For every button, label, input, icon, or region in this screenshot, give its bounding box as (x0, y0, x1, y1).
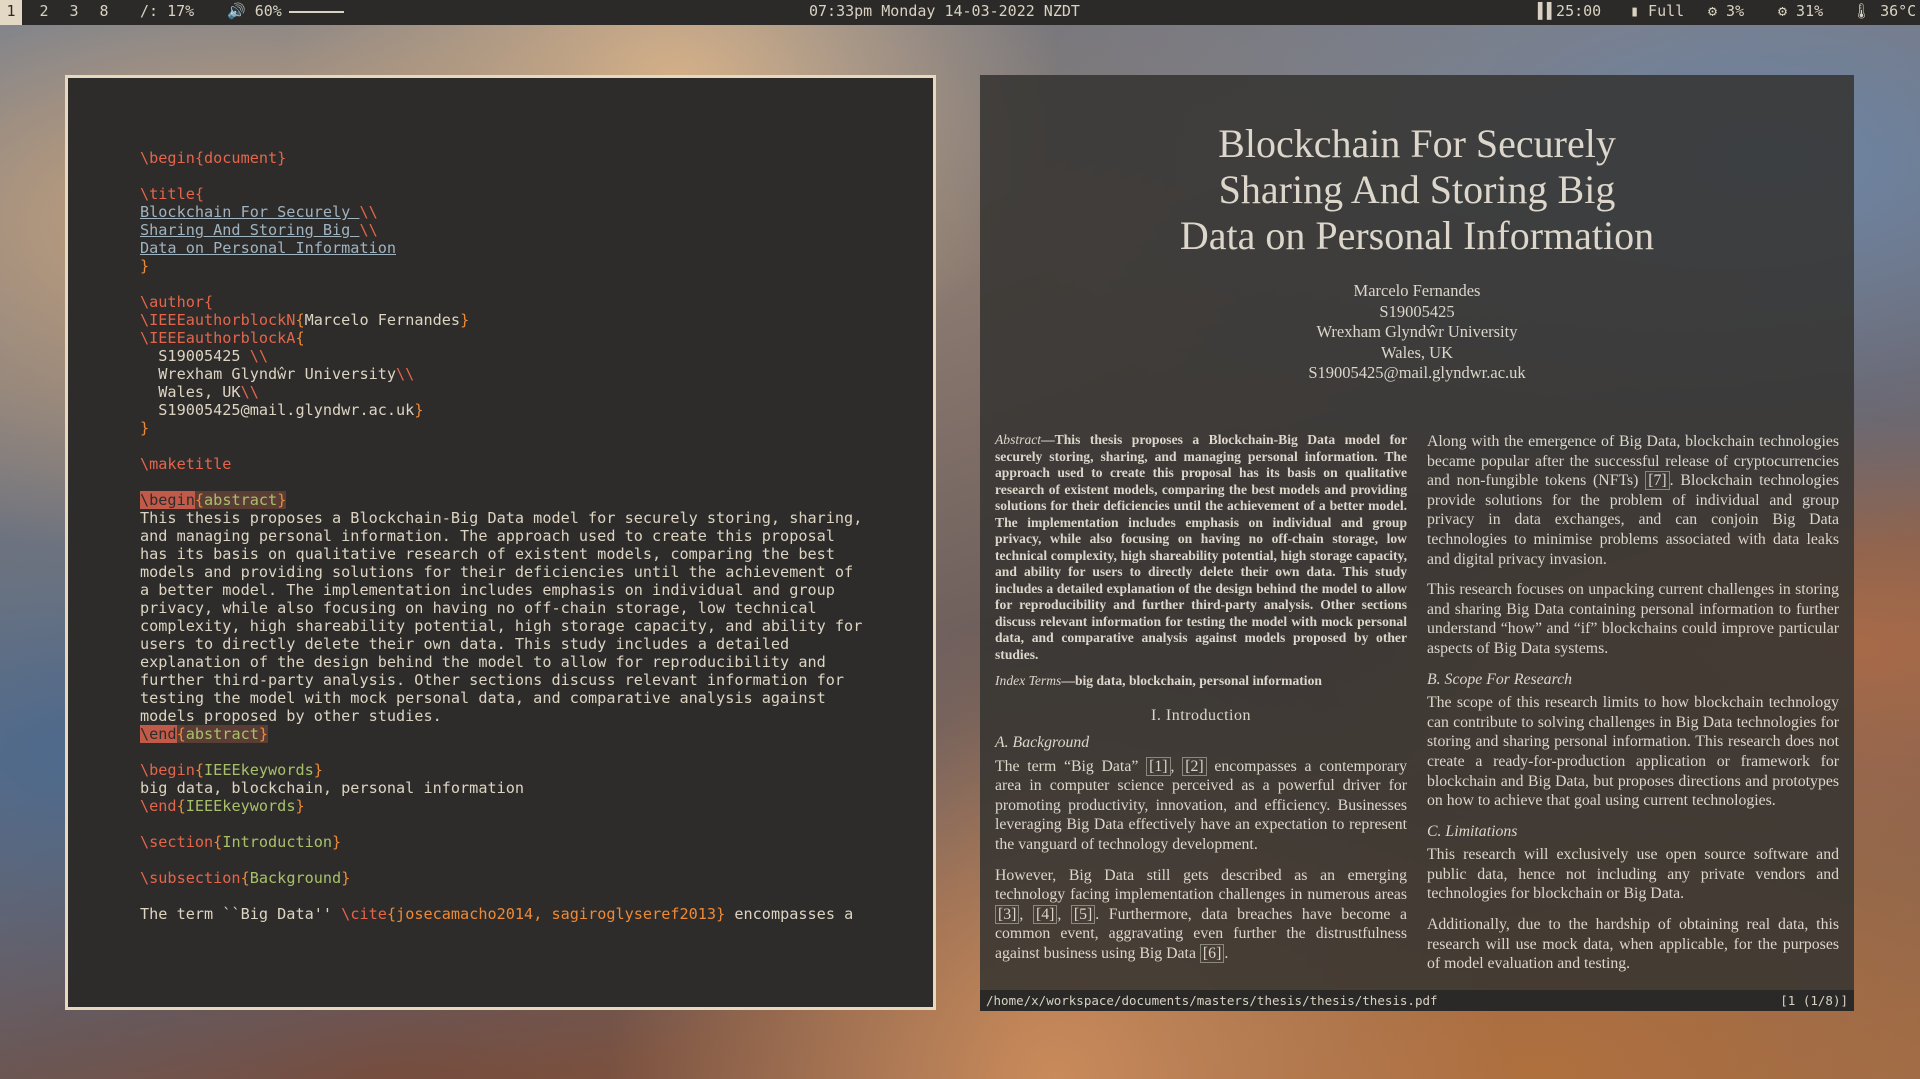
page-indicator: [1 (1/8)] (1780, 993, 1848, 1008)
abstract-line: models and providing solutions for their… (140, 563, 854, 581)
paragraph: This research focuses on unpacking curre… (1427, 581, 1839, 657)
abstract-line: This thesis proposes a Blockchain-Big Da… (140, 509, 863, 527)
author-line: S19005425 (140, 347, 250, 365)
disk-usage: /: 17% (140, 2, 195, 20)
begin-document: \begin{document} (140, 149, 287, 167)
pdf-page[interactable]: Blockchain For Securely Sharing And Stor… (980, 75, 1854, 990)
abstract-line: and managing personal information. The a… (140, 527, 835, 545)
section-name: Introduction (222, 833, 333, 851)
subsection-heading: A. Background (995, 734, 1090, 752)
paragraph: Additionally, due to the hardship of obt… (1427, 916, 1839, 973)
keywords-line: big data, blockchain, personal informati… (140, 779, 525, 797)
author-name: Marcelo Fernandes (1353, 281, 1481, 300)
text-line: The term ``Big Data'' (140, 905, 342, 923)
author-email: S19005425@mail.glyndwr.ac.uk (1308, 363, 1526, 382)
author-line: Wrexham Glyndŵr University (140, 365, 397, 383)
code-view[interactable]: \begin{document} \title{ Blockchain For … (140, 149, 862, 923)
right-column: Along with the emergence of Big Data, bl… (1427, 432, 1839, 985)
pomodoro-timer: ▌▌25:00 (1538, 2, 1602, 20)
abstract-line: privacy, while also focusing on having n… (140, 599, 817, 617)
temperature-indicator: 🌡 36°C (1852, 2, 1917, 20)
workspace-3[interactable]: 3 (63, 0, 85, 25)
cpu-indicator: ⚙ 3% (1708, 2, 1745, 20)
paragraph: Along with the emergence of Big Data, bl… (1427, 433, 1839, 568)
abstract-line: complexity, high shareability potential,… (140, 617, 863, 635)
author-cmd: \author{ (140, 293, 214, 311)
abstract-line: a better model. The implementation inclu… (140, 581, 835, 599)
maketitle-cmd: \maketitle (140, 455, 232, 473)
citation-link[interactable]: [4] (1032, 904, 1058, 924)
title-line: Sharing And Storing Big (140, 221, 360, 239)
title-line: Sharing And Storing Big (1218, 167, 1616, 212)
memory-indicator: ⚙ 31% (1778, 2, 1824, 20)
author-line: Wales, UK (140, 383, 241, 401)
subsection-heading: B. Scope For Research (1427, 670, 1573, 688)
workspace-1[interactable]: 1 (0, 0, 22, 25)
citation-link[interactable]: [7] (1645, 471, 1670, 491)
citation-link[interactable]: [3] (995, 904, 1020, 924)
author-affiliation: Wrexham Glyndŵr University (1316, 322, 1518, 341)
battery-indicator: ▮ Full (1630, 2, 1685, 20)
abstract-line: explanation of the design behind the mod… (140, 653, 826, 671)
file-path: /home/x/workspace/documents/masters/thes… (986, 993, 1438, 1008)
paragraph: The term “Big Data” [1], [2] encompasses… (995, 756, 1407, 854)
abstract-line: users to directly delete their own data.… (140, 635, 790, 653)
abstract-line: further third-party analysis. Other sect… (140, 671, 845, 689)
paper-title: Blockchain For Securely Sharing And Stor… (980, 121, 1854, 259)
paper-author-block: Marcelo Fernandes S19005425 Wrexham Glyn… (980, 281, 1854, 384)
abstract-line: has its basis on qualitative research of… (140, 545, 835, 563)
status-bar: 1 2 3 8 /: 17% 🔊 60% 07:33pm Monday 14-0… (0, 0, 1920, 25)
pdf-statusbar: /home/x/workspace/documents/masters/thes… (980, 990, 1854, 1011)
volume-bar[interactable] (289, 11, 344, 13)
citation-link[interactable]: [5] (1070, 904, 1096, 924)
author-line: S19005425@mail.glyndwr.ac.uk (140, 401, 415, 419)
title-line: Data on Personal Information (140, 239, 397, 257)
author-name: Marcelo Fernandes (304, 311, 461, 329)
title-line: Blockchain For Securely (1218, 121, 1616, 166)
subsection-name: Background (249, 869, 342, 887)
index-terms: Index Terms—big data, blockchain, person… (995, 673, 1322, 688)
paragraph: This research will exclusively use open … (1427, 846, 1839, 903)
workspace-8[interactable]: 8 (93, 0, 115, 25)
subsection-heading: C. Limitations (1427, 822, 1518, 840)
volume-indicator[interactable]: 🔊 60% (227, 0, 282, 25)
section-heading: I. Introduction (1151, 706, 1251, 724)
title-line: Blockchain For Securely (140, 203, 360, 221)
citation-link[interactable]: [2] (1182, 756, 1207, 776)
citation-link[interactable]: [1] (1146, 756, 1171, 776)
abstract-line: testing the model with mock personal dat… (140, 689, 826, 707)
cite-keys: josecamacho2014, sagiroglyseref2013 (396, 905, 717, 923)
paragraph: However, Big Data still gets described a… (995, 866, 1407, 964)
title-cmd: \title{ (140, 185, 205, 203)
text-line-end: encompasses a (725, 905, 854, 923)
left-column: Abstract—This thesis proposes a Blockcha… (995, 432, 1407, 975)
author-id: S19005425 (1379, 301, 1455, 321)
latex-editor[interactable]: \begin{document} \title{ Blockchain For … (65, 75, 936, 1010)
citation-link[interactable]: [6] (1199, 944, 1225, 964)
workspace-2[interactable]: 2 (33, 0, 55, 25)
abstract: Abstract—This thesis proposes a Blockcha… (995, 432, 1407, 662)
author-location: Wales, UK (1381, 342, 1453, 362)
pdf-viewer[interactable]: Blockchain For Securely Sharing And Stor… (980, 75, 1854, 1011)
abstract-line: models proposed by other studies. (140, 707, 442, 725)
title-line: Data on Personal Information (1179, 213, 1655, 258)
paragraph: The scope of this research limits to how… (1427, 694, 1839, 810)
clock: 07:33pm Monday 14-03-2022 NZDT (809, 2, 1080, 20)
